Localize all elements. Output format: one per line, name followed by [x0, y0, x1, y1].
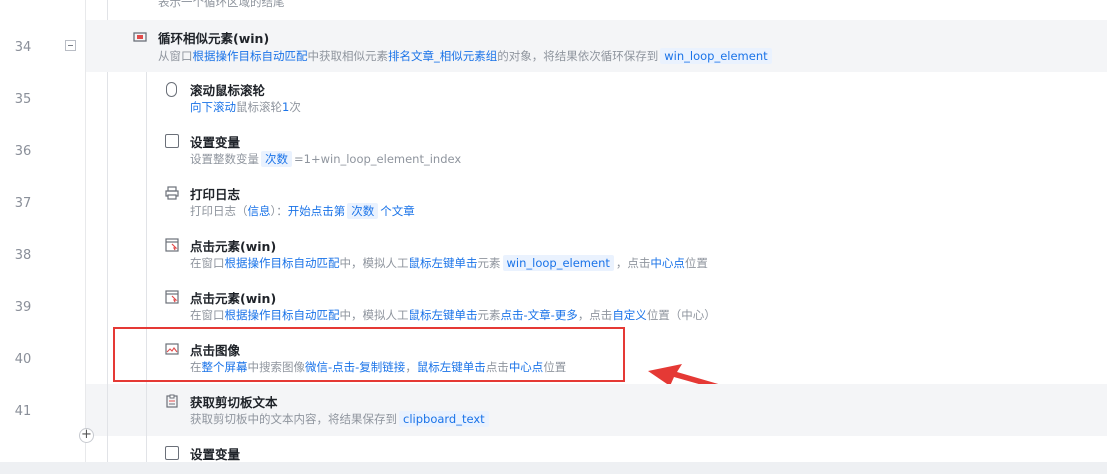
line-number-gutter	[0, 0, 86, 474]
line-number: 34	[14, 40, 32, 55]
scroll-wheel-icon	[166, 82, 177, 97]
loop-title: 循环相似元素(win)	[158, 31, 270, 46]
step-desc: 向下滚动鼠标滚轮1次	[190, 100, 301, 114]
previous-step-desc: 表示一个循环区域的结尾	[158, 0, 285, 9]
indent-guide	[107, 384, 108, 462]
collapse-toggle-icon[interactable]	[65, 40, 76, 51]
loop-icon	[133, 32, 147, 42]
click-element-icon	[165, 238, 179, 252]
highlight-box	[113, 327, 625, 382]
horizontal-scrollbar[interactable]	[0, 462, 1107, 474]
printer-icon	[165, 186, 179, 200]
clipboard-icon	[166, 394, 178, 408]
indent-guide-inner	[146, 384, 147, 462]
step-title[interactable]: 设置变量	[190, 444, 240, 463]
variable-icon	[165, 446, 179, 460]
line-number: 37	[14, 196, 32, 211]
step-title[interactable]: 打印日志	[190, 184, 240, 203]
line-number: 35	[14, 92, 32, 107]
step-title[interactable]: 设置变量	[190, 132, 240, 151]
add-step-button[interactable]: +	[79, 428, 94, 443]
variable-icon	[165, 134, 179, 148]
step-title[interactable]: 点击元素(win)	[190, 236, 276, 255]
step-title[interactable]: 点击元素(win)	[190, 288, 276, 307]
step-desc: 打印日志（信息）：开始点击第 次数 个文章	[190, 203, 415, 219]
step-desc: 在窗口根据操作目标自动匹配中，模拟人工鼠标左键单击元素 win_loop_elem…	[190, 255, 708, 271]
indent-guide	[107, 0, 108, 20]
line-number: 40	[14, 352, 32, 367]
line-number: 38	[14, 248, 32, 263]
step-desc: 设置整数变量 次数 =1+win_loop_element_index	[190, 151, 462, 167]
click-element-icon	[165, 290, 179, 304]
line-number: 36	[14, 144, 32, 159]
line-number: 41	[14, 404, 32, 419]
step-desc: 获取剪切板中的文本内容，将结果保存到 clipboard_text	[190, 411, 491, 427]
step-title[interactable]: 滚动鼠标滚轮	[190, 80, 265, 99]
step-title[interactable]: 获取剪切板文本	[190, 392, 278, 411]
step-desc: 在窗口根据操作目标自动匹配中，模拟人工鼠标左键单击元素点击-文章-更多，点击自定…	[190, 308, 716, 322]
loop-desc: 从窗口根据操作目标自动匹配中获取相似元素排名文章_相似元素组的对象，将结果依次循…	[158, 48, 774, 64]
line-number: 39	[14, 300, 32, 315]
